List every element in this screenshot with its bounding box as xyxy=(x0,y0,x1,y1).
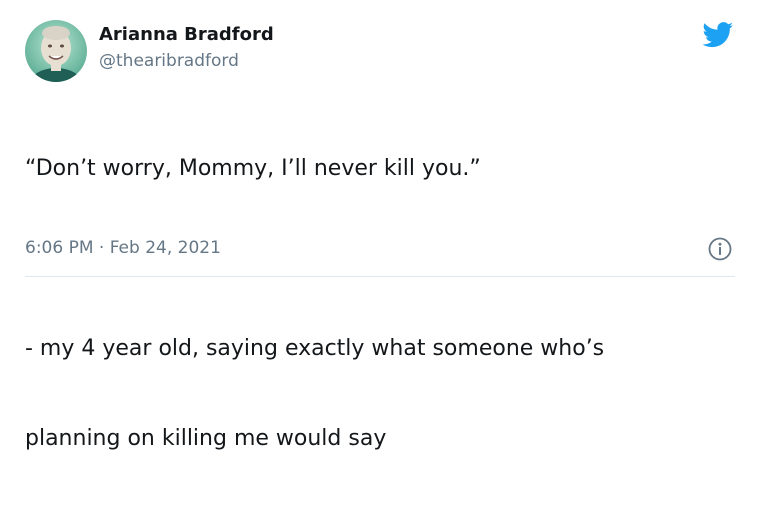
divider xyxy=(25,276,735,277)
tweet-text-line: “Don’t worry, Mommy, I’ll never kill you… xyxy=(25,156,481,181)
tweet-text: “Don’t worry, Mommy, I’ll never kill you… xyxy=(25,94,740,514)
author-handle[interactable]: @thearibradford xyxy=(99,51,239,72)
author-display-name[interactable]: Arianna Bradford xyxy=(99,24,274,46)
avatar-image xyxy=(25,20,87,82)
twitter-bird-icon[interactable] xyxy=(702,22,734,48)
tweet-card: Arianna Bradford @thearibradford “Don’t … xyxy=(0,0,758,451)
info-icon[interactable] xyxy=(707,236,733,262)
tweet-text-line: - my 4 year old, saying exactly what som… xyxy=(25,336,605,361)
tweet-text-line: planning on killing me would say xyxy=(25,426,387,451)
avatar[interactable] xyxy=(25,20,87,82)
tweet-timestamp[interactable]: 6:06 PM · Feb 24, 2021 xyxy=(25,237,221,259)
